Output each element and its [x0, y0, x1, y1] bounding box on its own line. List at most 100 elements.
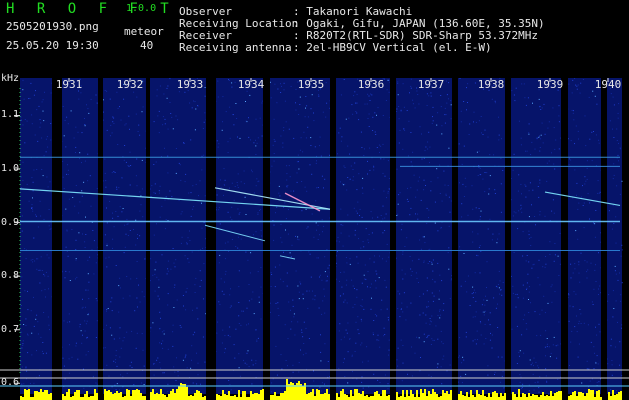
meteor-bar [518, 389, 520, 400]
meteor-bar [284, 391, 286, 400]
capture-gap-9 [561, 78, 568, 394]
meteor-bar [428, 391, 430, 400]
meteor-bar [24, 389, 26, 400]
meteor-bar [196, 390, 198, 400]
meteor-bar [200, 393, 202, 400]
meteor-bar [162, 394, 164, 400]
meteor-bar [84, 394, 86, 400]
meteor-bar [312, 389, 314, 400]
meteor-bar [94, 389, 96, 400]
meteor-bar [532, 394, 534, 400]
meteor-bar [440, 396, 442, 400]
meteor-bar [76, 390, 78, 400]
meteor-bar [250, 391, 252, 400]
meteor-bar [188, 396, 190, 400]
meteor-bar [324, 393, 326, 400]
meteor-bar [480, 395, 482, 400]
meteor-bar [402, 390, 404, 400]
x-tick-label-1940: 1940 [594, 78, 622, 91]
meteor-bar [194, 393, 196, 400]
y-tick-label-0.7: 0.7 [1, 323, 20, 335]
meteor-bar [298, 381, 300, 400]
meteor-bar [116, 391, 118, 400]
meteor-bar [258, 394, 260, 400]
meteor-bar [488, 393, 490, 400]
meteor-bar [142, 396, 144, 400]
x-tick-label-1932: 1932 [116, 78, 144, 91]
meteor-bar [504, 393, 506, 400]
x-tick-label-1937: 1937 [417, 78, 445, 91]
meteor-bar [178, 386, 180, 400]
capture-gap-10 [601, 78, 607, 394]
meteor-bar [610, 396, 612, 400]
x-tick-label-1933: 1933 [176, 78, 204, 91]
meteor-bar [358, 393, 360, 400]
meteor-bar [150, 392, 152, 400]
meteor-bar [254, 393, 256, 400]
meteor-bar [544, 396, 546, 400]
meteor-bar [590, 390, 592, 400]
meteor-bar [222, 390, 224, 400]
meteor-bar [144, 396, 146, 400]
meteor-bar [380, 396, 382, 400]
meteor-bar [400, 396, 402, 400]
meteor-bar [556, 392, 558, 400]
meteor-bar [524, 394, 526, 400]
meteor-bar [278, 396, 280, 400]
meteor-bar [450, 390, 452, 400]
capture-gap-4 [263, 78, 270, 394]
meteor-bar [412, 394, 414, 400]
meteor-bar [502, 396, 504, 400]
meteor-bar [192, 396, 194, 400]
meteor-bar [168, 394, 170, 400]
meteor-bar [86, 391, 88, 400]
meteor-bar [256, 393, 258, 400]
meteor-bar [228, 391, 230, 400]
meteor-bar [138, 390, 140, 400]
meteor-bar [386, 396, 388, 400]
meteor-bar [388, 395, 390, 400]
meteor-bar [534, 395, 536, 400]
meteor-bar [598, 390, 600, 400]
meteor-bar [378, 394, 380, 400]
meteor-bar [124, 396, 126, 400]
y-tick-label-0.9: 0.9 [1, 216, 20, 228]
meteor-bar [342, 389, 344, 400]
meteor-bar [234, 395, 236, 400]
capture-gap-7 [452, 78, 458, 394]
capture-gap-3 [206, 78, 216, 394]
meteor-bar [356, 389, 358, 400]
meteor-bar [528, 393, 530, 400]
meteor-bar [382, 390, 384, 400]
meteor-bar [608, 392, 610, 400]
meteor-bar [470, 390, 472, 400]
meteor-bar [316, 389, 318, 400]
meteor-bar [310, 392, 312, 400]
meteor-bar [204, 396, 206, 400]
meteor-bar [354, 389, 356, 400]
meteor-bar [270, 395, 272, 400]
meteor-bar [570, 395, 572, 400]
meteor-bar [578, 392, 580, 400]
meteor-bar [186, 387, 188, 400]
meteor-bar [216, 394, 218, 400]
meteor-bar [132, 390, 134, 400]
meteor-bar [282, 393, 284, 400]
meteor-bar [546, 395, 548, 400]
meteor-bar [448, 394, 450, 400]
meteor-bar [462, 395, 464, 400]
meteor-bar [294, 385, 296, 400]
meteor-bar [442, 390, 444, 400]
meteor-bar [262, 389, 264, 400]
meteor-bar [352, 396, 354, 400]
meteor-bar [618, 392, 620, 400]
meteor-bar [384, 390, 386, 400]
meteor-bar [160, 389, 162, 400]
meteor-bar [176, 389, 178, 400]
capture-gap-0 [52, 78, 62, 394]
meteor-bar [126, 389, 128, 400]
meteor-bar [328, 394, 330, 400]
meteor-bar [136, 389, 138, 400]
meteor-bar [326, 389, 328, 400]
capture-gap-5 [330, 78, 336, 394]
